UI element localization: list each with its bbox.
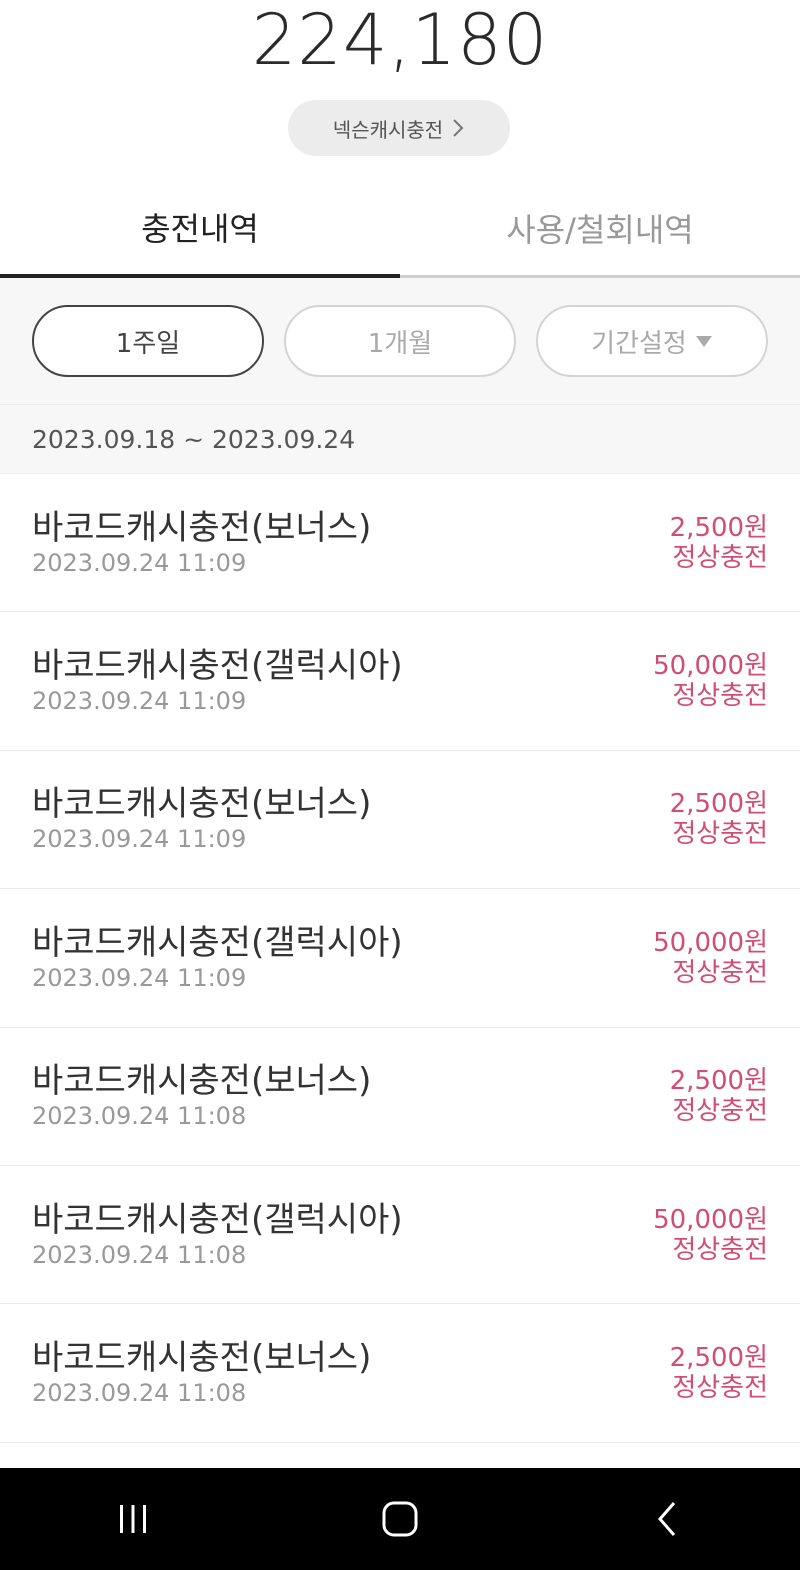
- item-status: 정상충전: [672, 1373, 768, 1404]
- item-time: 2023.09.24 11:09: [32, 687, 247, 716]
- item-title: 바코드캐시충전(보너스): [32, 507, 372, 548]
- filter-custom-period-dropdown[interactable]: 기간설정: [536, 305, 768, 377]
- item-amount: 50,000원: [653, 651, 768, 682]
- home-icon: [382, 1501, 418, 1537]
- cash-balance: 224,180: [251, 0, 549, 81]
- system-navigation-bar: [0, 1468, 800, 1570]
- charge-history-list: 바코드캐시충전(보너스) 2023.09.24 11:09 2,500원 정상충…: [0, 474, 800, 1443]
- item-title: 바코드캐시충전(갤럭시아): [32, 1199, 403, 1240]
- period-filters: 1주일 1개월 기간설정: [0, 278, 800, 404]
- item-status: 정상충전: [672, 1234, 768, 1265]
- item-status: 정상충전: [672, 957, 768, 988]
- nexon-cash-charge-button[interactable]: 넥슨캐시충전: [288, 100, 510, 156]
- list-item[interactable]: 바코드캐시충전(갤럭시아) 2023.09.24 11:08 50,000원 정…: [0, 1166, 800, 1305]
- list-item[interactable]: 바코드캐시충전(보너스) 2023.09.24 11:08 2,500원 정상충…: [0, 1304, 800, 1443]
- item-title: 바코드캐시충전(보너스): [32, 1061, 372, 1102]
- recent-apps-icon: [120, 1505, 147, 1533]
- date-range: 2023.09.18 ~ 2023.09.24: [0, 404, 800, 474]
- item-time: 2023.09.24 11:09: [32, 963, 247, 992]
- item-status: 정상충전: [672, 542, 768, 573]
- item-time: 2023.09.24 11:09: [32, 548, 247, 577]
- filter-label: 1주일: [115, 328, 181, 359]
- list-item[interactable]: 바코드캐시충전(보너스) 2023.09.24 11:09 2,500원 정상충…: [0, 751, 800, 890]
- chevron-right-icon: [453, 119, 464, 137]
- back-button[interactable]: [637, 1489, 697, 1549]
- list-item[interactable]: 바코드캐시충전(갤럭시아) 2023.09.24 11:09 50,000원 정…: [0, 889, 800, 1028]
- charge-button-label: 넥슨캐시충전: [332, 117, 444, 142]
- item-status: 정상충전: [672, 819, 768, 850]
- filter-label: 1개월: [367, 328, 433, 359]
- list-item[interactable]: 바코드캐시충전(갤럭시아) 2023.09.24 11:09 50,000원 정…: [0, 612, 800, 751]
- list-item[interactable]: 바코드캐시충전(보너스) 2023.09.24 11:09 2,500원 정상충…: [0, 474, 800, 613]
- home-button[interactable]: [370, 1489, 430, 1549]
- caret-down-icon: [695, 336, 712, 347]
- item-amount: 2,500원: [669, 512, 768, 543]
- filter-1-week-button[interactable]: 1주일: [32, 305, 264, 377]
- back-icon: [657, 1502, 675, 1536]
- item-title: 바코드캐시충전(보너스): [32, 784, 372, 825]
- item-time: 2023.09.24 11:08: [32, 1379, 247, 1408]
- history-tabs: 충전내역 사용/철회내역: [0, 186, 800, 278]
- item-status: 정상충전: [672, 681, 768, 712]
- item-amount: 2,500원: [669, 1066, 768, 1097]
- item-time: 2023.09.24 11:09: [32, 825, 247, 854]
- item-time: 2023.09.24 11:08: [32, 1240, 247, 1269]
- filter-1-month-button[interactable]: 1개월: [284, 305, 516, 377]
- item-amount: 50,000원: [653, 927, 768, 958]
- item-time: 2023.09.24 11:08: [32, 1102, 247, 1131]
- tab-usage-history[interactable]: 사용/철회내역: [400, 186, 800, 278]
- tab-charge-history[interactable]: 충전내역: [0, 186, 400, 278]
- item-title: 바코드캐시충전(갤럭시아): [32, 646, 403, 687]
- cash-history-screen: 224,180 넥슨캐시충전 충전내역 사용/철회내역 1주일 1개월 기간설정…: [0, 0, 800, 1570]
- list-item[interactable]: 바코드캐시충전(보너스) 2023.09.24 11:08 2,500원 정상충…: [0, 1028, 800, 1166]
- item-amount: 2,500원: [669, 789, 768, 820]
- item-status: 정상충전: [672, 1096, 768, 1127]
- item-amount: 50,000원: [653, 1204, 768, 1235]
- item-title: 바코드캐시충전(갤럭시아): [32, 922, 403, 963]
- item-amount: 2,500원: [669, 1343, 768, 1374]
- recent-apps-button[interactable]: [103, 1489, 163, 1549]
- item-title: 바코드캐시충전(보너스): [32, 1338, 372, 1379]
- filter-label: 기간설정: [591, 328, 687, 359]
